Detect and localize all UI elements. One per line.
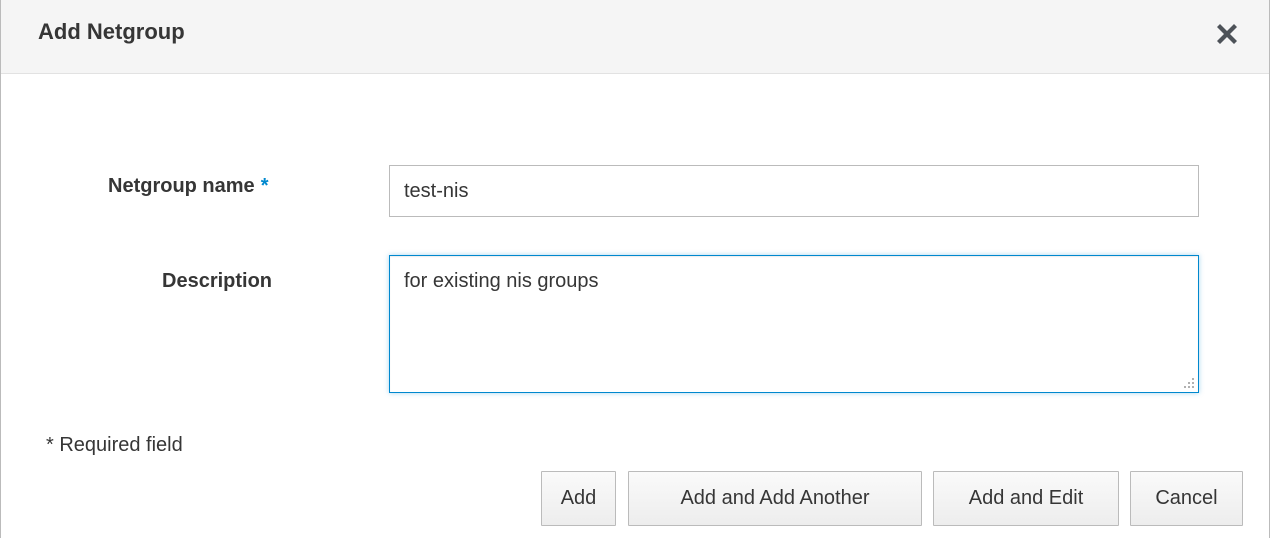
close-icon xyxy=(1217,24,1237,44)
description-textarea[interactable]: for existing nis groups xyxy=(389,255,1199,393)
add-button[interactable]: Add xyxy=(541,471,616,526)
netgroup-name-label-text: Netgroup name xyxy=(108,175,255,197)
netgroup-name-label: Netgroup name * xyxy=(108,175,268,198)
required-indicator: * xyxy=(260,175,269,197)
add-and-edit-button[interactable]: Add and Edit xyxy=(933,471,1119,526)
description-label: Description xyxy=(162,270,273,292)
netgroup-name-input[interactable] xyxy=(389,165,1199,217)
required-field-note: * Required field xyxy=(46,434,183,456)
resize-grip-icon[interactable] xyxy=(1183,377,1195,389)
add-netgroup-dialog: Add Netgroup Netgroup name* Description … xyxy=(0,0,1270,538)
dialog-title: Add Netgroup xyxy=(38,19,185,44)
cancel-button[interactable]: Cancel xyxy=(1130,471,1243,526)
dialog-header: Add Netgroup xyxy=(1,0,1269,74)
close-button[interactable] xyxy=(1211,18,1243,50)
add-and-add-another-button[interactable]: Add and Add Another xyxy=(628,471,922,526)
